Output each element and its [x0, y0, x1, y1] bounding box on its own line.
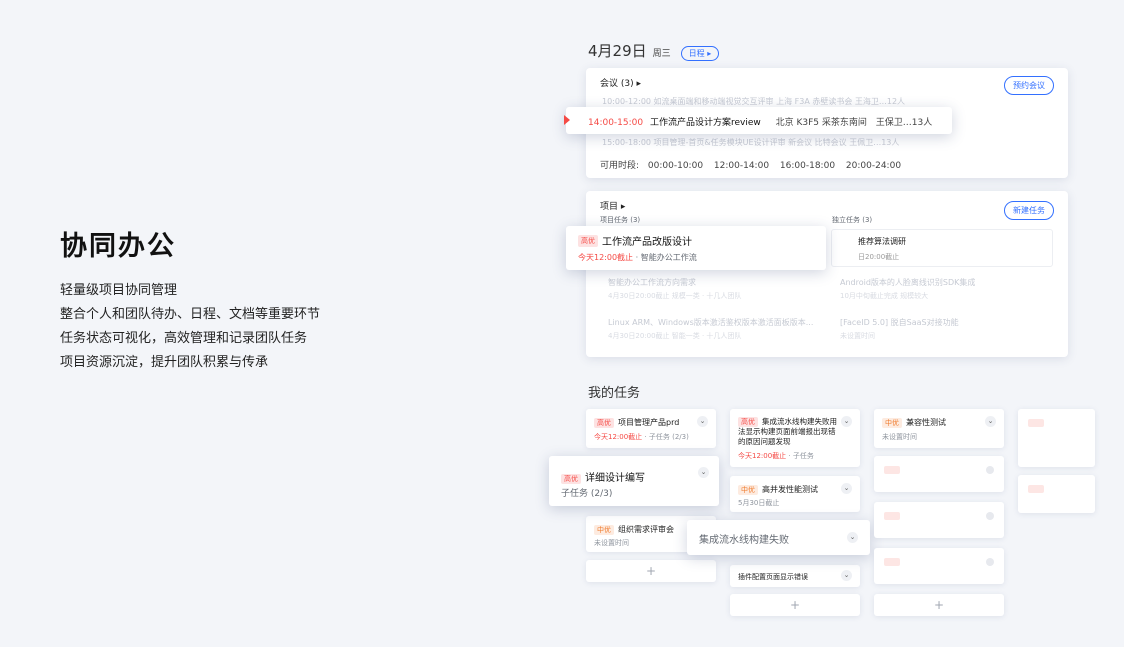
task-detail-sub: 子任务 (2/3): [561, 489, 613, 499]
project-faint-1-right[interactable]: Android版本的人脸离线识别SDK集成: [840, 277, 975, 288]
meeting-room: 北京 K3F5 采茶东南间: [775, 118, 867, 128]
chevron-down-icon[interactable]: ⌄: [841, 483, 852, 494]
priority-badge: 中优: [738, 485, 758, 495]
projects-title[interactable]: 项目 ▸: [600, 199, 625, 212]
my-tasks-title: 我的任务: [588, 386, 641, 401]
task-sub: · 子任务 (2/3): [644, 433, 689, 441]
intro-line-3: 任务状态可视化，高效管理和记录团队任务: [60, 331, 308, 346]
solo-task-title: 推荐算法调研: [858, 237, 906, 246]
add-task-button[interactable]: +: [874, 594, 1004, 616]
solo-task-deadline: 日20:00截止: [858, 253, 900, 261]
intro-line-2: 整合个人和团队待办、日程、文档等重要环节: [60, 307, 321, 322]
chevron-down-icon[interactable]: ⌄: [697, 416, 708, 427]
weekday-label: 周三: [652, 49, 671, 59]
task-sub: · 子任务: [788, 452, 814, 460]
chevron-down-icon[interactable]: ⌄: [847, 532, 858, 543]
add-task-button[interactable]: +: [730, 594, 860, 616]
project-faint-2-left[interactable]: Linux ARM、Windows版本激活鉴权版本激活面板版本...: [608, 317, 813, 328]
project-faint-1-left-sub: 4月30日20:00截止 规模一类 · 十几人团队: [608, 292, 742, 300]
task-detail-title: 详细设计编写: [585, 473, 645, 484]
priority-badge: 中优: [594, 525, 614, 535]
schedule-view-toggle[interactable]: 日程 ▸: [680, 46, 720, 61]
task-title: 插件配置页面显示错误: [738, 573, 808, 581]
slot-4[interactable]: 20:00-24:00: [846, 161, 901, 171]
current-marker-icon: [564, 115, 570, 125]
project-faint-2-right[interactable]: [FaceID 5.0] 脱自SaaS对接功能: [840, 317, 959, 328]
intro-line-1: 轻量级项目协同管理: [60, 283, 178, 298]
slot-1[interactable]: 00:00-10:00: [648, 161, 703, 171]
placeholder-card[interactable]: [874, 456, 1004, 492]
task-title: 项目管理产品prd: [618, 418, 680, 427]
pipeline-failure-title: 集成流水线构建失败: [699, 535, 789, 546]
chevron-down-icon[interactable]: ⌄: [985, 416, 996, 427]
task-sub: 5月30日截止: [738, 499, 780, 507]
meeting-title: 工作流产品设计方案review: [650, 118, 761, 128]
task-card[interactable]: 中优 高并发性能测试 ⌄ 5月30日截止: [730, 476, 860, 512]
task-title: 高并发性能测试: [762, 485, 818, 494]
plus-icon: +: [789, 598, 801, 612]
meeting-highlight-popup[interactable]: 14:00-15:00 工作流产品设计方案review 北京 K3F5 采茶东南…: [564, 107, 952, 134]
priority-badge: 高优: [738, 417, 758, 427]
placeholder-card[interactable]: [874, 502, 1004, 538]
project-faint-1-right-sub: 10月中旬截止完成 规模较大: [840, 292, 929, 300]
meeting-time: 14:00-15:00: [588, 118, 644, 128]
placeholder-card[interactable]: [874, 548, 1004, 584]
task-deadline: 今天12:00截止: [594, 433, 643, 441]
slot-2[interactable]: 12:00-14:00: [714, 161, 769, 171]
task-sub: 未设置时间: [594, 539, 629, 547]
add-task-button[interactable]: +: [586, 560, 716, 582]
projects-card: 项目 ▸ 新建任务 项目任务 (3) 独立任务 (3) 推荐算法调研 日20:0…: [586, 191, 1068, 357]
intro-section: 协同办公 轻量级项目协同管理 整合个人和团队待办、日程、文档等重要环节 任务状态…: [60, 224, 320, 375]
chevron-down-icon[interactable]: ⌄: [841, 416, 852, 427]
solo-tasks-label: 独立任务 (3): [832, 216, 873, 224]
project-task-deadline: 今天12:00截止: [578, 253, 634, 262]
task-card[interactable]: 高优 集成流水线构建失败用法显示构建页面前端报出现错的原因问题发现 ⌄ 今天12:…: [730, 409, 860, 467]
priority-badge: 高优: [561, 474, 581, 484]
meeting-row-faint-1[interactable]: 10:00-12:00 如流桌面端和移动端视觉交互评审 上海 F3A 赤壁读书会…: [602, 96, 905, 107]
task-card[interactable]: 高优 项目管理产品prd ⌄ 今天12:00截止 · 子任务 (2/3): [586, 409, 716, 448]
solo-task-card[interactable]: 推荐算法调研 日20:00截止: [831, 229, 1053, 267]
date-header: 4月29日 周三 日程 ▸: [588, 40, 720, 61]
intro-title: 协同办公: [60, 231, 176, 262]
task-detail-popup[interactable]: 高优 详细设计编写 ⌄ 子任务 (2/3): [549, 456, 719, 506]
task-sub: 未设置时间: [882, 433, 917, 441]
intro-line-4: 项目资源沉淀，提升团队积累与传承: [60, 355, 269, 370]
priority-badge: 高优: [578, 235, 598, 247]
priority-badge: 中优: [882, 418, 902, 428]
meeting-row-faint-2[interactable]: 15:00-18:00 项目管理-首页&任务模块UE设计评审 新会议 比特会议 …: [602, 137, 899, 148]
placeholder-card[interactable]: [1018, 409, 1095, 467]
pipeline-failure-popup[interactable]: 集成流水线构建失败 ⌄: [687, 520, 870, 555]
task-deadline: 今天12:00截止: [738, 452, 787, 460]
task-card[interactable]: 中优 兼容性测试 ⌄ 未设置时间: [874, 409, 1004, 448]
chevron-down-icon[interactable]: ⌄: [841, 570, 852, 581]
task-title: 兼容性测试: [906, 418, 946, 427]
task-card[interactable]: 插件配置页面显示错误 ⌄: [730, 565, 860, 587]
plus-icon: +: [933, 598, 945, 612]
slot-3[interactable]: 16:00-18:00: [780, 161, 835, 171]
meetings-title[interactable]: 会议 (3) ▸: [600, 76, 641, 89]
book-meeting-button[interactable]: 预约会议: [1004, 76, 1054, 95]
plus-icon: +: [645, 564, 657, 578]
placeholder-card[interactable]: [1018, 475, 1095, 513]
new-task-button[interactable]: 新建任务: [1004, 201, 1054, 220]
available-label: 可用时段:: [600, 161, 640, 171]
available-slots: 可用时段: 00:00-10:00 12:00-14:00 16:00-18:0…: [600, 158, 901, 171]
meeting-attendees: 王保卫…13人: [875, 118, 933, 128]
chevron-down-icon[interactable]: ⌄: [698, 467, 709, 478]
project-task-popup[interactable]: 高优 工作流产品改版设计 今天12:00截止 · 智能办公工作流: [566, 226, 826, 270]
priority-badge: 高优: [594, 418, 614, 428]
project-tasks-label: 项目任务 (3): [600, 216, 641, 224]
project-faint-2-left-sub: 4月30日20:00截止 智能一类 · 十几人团队: [608, 332, 742, 340]
project-faint-2-right-sub: 未设置时间: [840, 332, 875, 340]
project-faint-1-left[interactable]: 智能办公工作流方向需求: [608, 277, 696, 288]
project-task-title: 工作流产品改版设计: [602, 237, 692, 248]
project-task-project: · 智能办公工作流: [635, 253, 697, 262]
date-label: 4月29日: [588, 42, 647, 60]
task-title: 组织需求评审会: [618, 525, 674, 534]
